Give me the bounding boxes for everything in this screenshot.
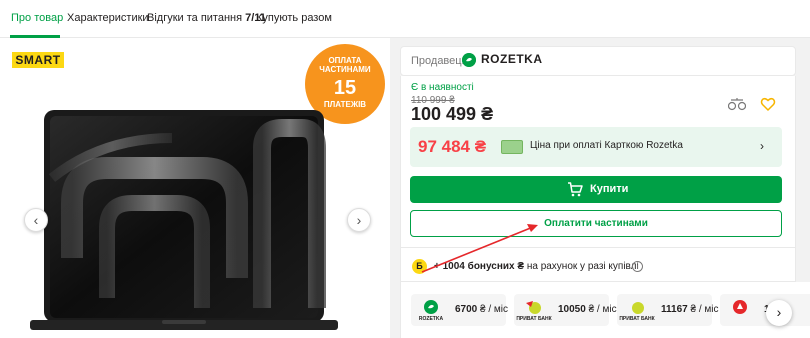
card-price: 97 484 ₴ <box>418 137 487 156</box>
buy-button-label: Купити <box>590 183 629 195</box>
plan-amount-value: 11167 <box>661 304 688 315</box>
gallery-next-button[interactable]: › <box>347 208 371 232</box>
tab-bought-together[interactable]: Купують разом <box>256 12 332 24</box>
rozetka-logo-icon <box>462 53 476 67</box>
installment-plan-privatbank-1[interactable]: ПРИВАТ БАНК 10050 ₴ / міс <box>514 294 617 326</box>
gallery-prev-button[interactable]: ‹ <box>24 208 48 232</box>
installment-plan-privatbank-2[interactable]: ПРИВАТ БАНК 11167 ₴ / міс <box>617 294 719 326</box>
bonus-amount: + 1004 бонусних ₴ <box>434 261 525 272</box>
plan-amount-value: 6700 <box>455 304 478 315</box>
bonus-icon: Б <box>412 259 427 274</box>
current-price: 100 499 ₴ <box>411 104 494 124</box>
plan-amount-suffix: ₴ / міс <box>687 304 719 315</box>
product-image[interactable] <box>12 108 352 338</box>
bonus-description: на рахунок у разі купівлі <box>524 261 639 272</box>
installment-plans: ROZETKA 6700 ₴ / міс ПРИВАТ БАНК 10050 ₴… <box>400 282 810 338</box>
tab-about[interactable]: Про товар <box>11 12 63 24</box>
info-icon[interactable]: i <box>632 261 643 272</box>
plan-amount-suffix: ₴ / міс <box>585 304 617 315</box>
product-gallery: SMART ОПЛАТА ЧАСТИНАМИ 15 ПЛАТЕЖІВ ‹ › <box>0 38 390 338</box>
tab-characteristics[interactable]: Характеристики <box>67 12 149 24</box>
rozetka-card-icon <box>501 140 523 154</box>
chevron-right-icon: › <box>760 139 764 153</box>
promo-line2: 15 <box>333 77 357 99</box>
plan-monthly-amount: 6700 ₴ / міс <box>455 304 508 315</box>
buy-button[interactable]: Купити <box>410 176 782 203</box>
smart-logo: SMART <box>12 52 64 68</box>
plan-amount-value: 10050 <box>558 304 586 315</box>
plan-monthly-amount: 11167 ₴ / міс <box>661 304 719 315</box>
promo-line1: ОПЛАТА ЧАСТИНАМИ <box>319 56 371 74</box>
product-tabs: Про товар Характеристики Відгуки та пита… <box>0 0 810 38</box>
card-price-offer[interactable]: 97 484 ₴ Ціна при оплаті Карткою Rozetka… <box>410 127 782 167</box>
cart-icon <box>568 182 583 197</box>
tab-reviews[interactable]: Відгуки та питання 7/11 <box>147 12 266 24</box>
installment-button-label: Оплатити частинами <box>544 218 648 229</box>
bank-logo-icon <box>733 300 747 314</box>
plan-logo-label: ROZETKA <box>418 316 444 322</box>
tab-reviews-label: Відгуки та питання <box>147 12 243 24</box>
installment-plan-rozetka[interactable]: ROZETKA 6700 ₴ / міс <box>411 294 508 326</box>
card-price-text: Ціна при оплаті Карткою Rozetka <box>530 140 683 151</box>
plan-logo-label: ПРИВАТ БАНК <box>619 316 655 322</box>
rozetka-logo-icon <box>424 300 438 314</box>
plan-amount-suffix: ₴ / міс <box>477 304 509 315</box>
availability-status: Є в наявності <box>411 82 474 93</box>
product-page: Про товар Характеристики Відгуки та пита… <box>0 0 810 338</box>
bonus-text: + 1004 бонусних ₴ на рахунок у разі купі… <box>434 261 639 272</box>
wishlist-heart-icon[interactable] <box>760 96 776 112</box>
seller-panel: Продавець: <box>400 46 796 76</box>
plans-next-button[interactable]: › <box>766 300 792 326</box>
privatbank-logo-icon <box>526 301 541 314</box>
plan-logo-label: ПРИВАТ БАНК <box>516 316 552 322</box>
compare-scales-icon[interactable] <box>728 97 746 111</box>
seller-name[interactable]: ROZETKA <box>481 52 543 66</box>
pay-in-installments-button[interactable]: Оплатити частинами <box>410 210 782 237</box>
privatbank-logo-icon <box>632 302 644 314</box>
plan-monthly-amount: 10050 ₴ / міс <box>558 304 617 315</box>
installment-plan-bank[interactable]: 12 <box>720 294 810 326</box>
